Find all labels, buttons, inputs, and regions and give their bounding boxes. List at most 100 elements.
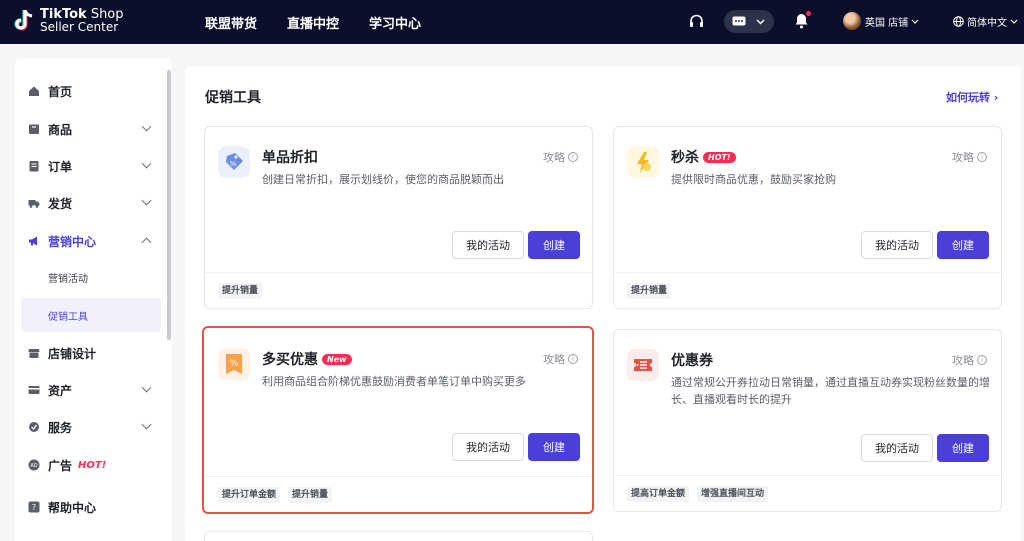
create-button[interactable]: 创建: [528, 231, 580, 259]
new-badge: New: [322, 353, 352, 365]
sidebar-subitem-campaigns[interactable]: 营销活动: [21, 260, 161, 294]
product-icon: [28, 123, 40, 135]
strategy-label: 攻略: [952, 354, 974, 367]
chevron-down-icon: [141, 158, 152, 169]
strategy-label: 攻略: [543, 353, 565, 366]
sidebar-item-ads[interactable]: AD 广告 HOT!: [15, 448, 172, 482]
chevron-down-icon: [1010, 19, 1018, 24]
tiktok-shop-logo[interactable]: TikTok Shop Seller Center: [14, 8, 124, 34]
logo-subtitle: Seller Center: [40, 20, 119, 34]
create-button[interactable]: 创建: [528, 433, 580, 461]
globe-icon: [953, 16, 964, 27]
create-button[interactable]: 创建: [937, 434, 989, 462]
how-to-label: 如何玩转: [946, 91, 990, 104]
chevron-right-icon: ›: [993, 91, 999, 104]
create-button[interactable]: 创建: [937, 231, 989, 259]
sidebar-item-label: 商品: [48, 122, 73, 137]
truck-icon: [28, 197, 40, 209]
sidebar-item-label: 订单: [48, 159, 73, 174]
strategy-link[interactable]: 攻略 i: [543, 149, 578, 165]
sidebar-item-label: 首页: [48, 84, 73, 99]
card-tags: 提高订单金额 增强直播间互动: [614, 475, 1001, 511]
card-description: 通过常规公开券拉动日常销量，通过直播互动券实现粉丝数量的增长、直播观看时长的提升: [671, 376, 990, 406]
nav-affiliate[interactable]: 联盟带货: [205, 13, 257, 32]
page-title: 促销工具: [205, 90, 261, 106]
sidebar-item-label: 店铺设计: [48, 346, 97, 361]
language-switcher[interactable]: 简体中文: [953, 14, 1018, 29]
headset-icon[interactable]: [689, 14, 704, 29]
ad-icon: AD: [28, 459, 40, 471]
promo-card-partial: [204, 531, 593, 541]
sidebar-subitem-promotion-tools[interactable]: 促销工具: [21, 298, 161, 332]
sidebar-item-store-design[interactable]: 店铺设计: [15, 336, 172, 370]
service-icon: [28, 421, 40, 433]
how-to-link[interactable]: 如何玩转 ›: [946, 89, 998, 105]
svg-text:%: %: [230, 359, 239, 369]
strategy-link[interactable]: 攻略 i: [952, 352, 987, 368]
card-description: 提供限时商品优惠，鼓励买家抢购: [671, 173, 836, 186]
chevron-down-icon: [141, 419, 152, 430]
tag: 提升销量: [218, 283, 263, 299]
hot-badge: HOT!: [78, 459, 107, 471]
promo-card-discount: % 单品折扣 创建日常折扣，展示划线价，使您的商品脱颖而出 攻略 i 我的活动 创…: [204, 126, 593, 309]
promo-card-buy-more: % 多买优惠 New 利用商品组合阶梯优惠鼓励消费者单笔订单中购买更多 攻略 i 我…: [202, 326, 594, 514]
sidebar-item-label: 营销中心: [48, 234, 97, 249]
sidebar-item-assets[interactable]: 资产: [15, 373, 172, 407]
chevron-down-icon: [141, 195, 152, 206]
card-tags: 提升订单金额 提升销量: [204, 476, 592, 512]
sidebar-item-orders[interactable]: 订单: [15, 149, 172, 183]
notification-dot: [806, 11, 811, 16]
tag: 提升销量: [288, 487, 333, 503]
tag: 增强直播间互动: [697, 486, 769, 502]
tag: 提升订单金额: [218, 487, 281, 503]
strategy-label: 攻略: [952, 151, 974, 164]
sidebar-item-shipping[interactable]: 发货: [15, 186, 172, 220]
sidebar-item-label: 资产: [48, 383, 73, 398]
info-icon: i: [977, 152, 987, 162]
messages-button[interactable]: [724, 10, 774, 33]
sidebar-item-label: 发货: [48, 196, 73, 211]
tag: 提升销量: [627, 283, 672, 299]
nav-learning-center[interactable]: 学习中心: [369, 13, 421, 32]
discount-tag-icon: %: [218, 146, 250, 178]
sidebar-item-products[interactable]: 商品: [15, 112, 172, 146]
chevron-down-icon: [756, 19, 765, 24]
flash-icon: [627, 146, 659, 178]
my-activity-button[interactable]: 我的活动: [861, 231, 933, 259]
chevron-down-icon: [141, 121, 152, 132]
my-activity-button[interactable]: 我的活动: [452, 231, 524, 259]
percent-ribbon-icon: %: [218, 348, 250, 380]
nav-live-control[interactable]: 直播中控: [287, 13, 339, 32]
sidebar-scrollbar[interactable]: [167, 70, 171, 340]
card-title: 多买优惠: [262, 352, 318, 368]
card-tags: 提升销量: [205, 272, 592, 308]
strategy-link[interactable]: 攻略 i: [543, 351, 578, 367]
avatar[interactable]: [843, 12, 861, 30]
chat-icon: [732, 16, 746, 25]
chevron-up-icon: [141, 237, 152, 248]
card-description: 创建日常折扣，展示划线价，使您的商品脱颖而出: [262, 173, 504, 186]
svg-text:AD: AD: [30, 463, 37, 469]
strategy-link[interactable]: 攻略 i: [952, 149, 987, 165]
promo-card-flash-sale: 秒杀 HOT! 提供限时商品优惠，鼓励买家抢购 攻略 i 我的活动 创建 提升销量: [613, 126, 1002, 309]
sidebar-item-marketing[interactable]: 营销中心: [15, 224, 172, 258]
my-activity-button[interactable]: 我的活动: [452, 433, 524, 461]
sidebar-item-label: 服务: [48, 420, 73, 435]
store-label: 英国 店铺: [865, 18, 909, 29]
tiktok-logo-icon: [14, 8, 36, 34]
promo-card-coupon: 优惠券 通过常规公开券拉动日常销量，通过直播互动券实现粉丝数量的增长、直播观看时…: [613, 329, 1002, 512]
sidebar-item-label: 广告: [48, 458, 73, 473]
sidebar-item-home[interactable]: 首页: [15, 74, 172, 108]
top-nav: 联盟带货 直播中控 学习中心: [205, 0, 421, 44]
card-tags: 提升销量: [614, 272, 1001, 308]
sidebar-item-label: 帮助中心: [48, 500, 97, 515]
store-switcher[interactable]: 英国 店铺: [865, 14, 919, 29]
info-icon: i: [568, 354, 578, 364]
top-bar: TikTok Shop Seller Center 联盟带货 直播中控 学习中心…: [0, 0, 1024, 44]
megaphone-icon: [28, 235, 40, 247]
sidebar-item-help[interactable]: ? 帮助中心: [15, 490, 172, 524]
my-activity-button[interactable]: 我的活动: [861, 434, 933, 462]
card-title: 优惠券: [671, 353, 713, 369]
card-icon: [28, 384, 40, 396]
sidebar-item-services[interactable]: 服务: [15, 410, 172, 444]
